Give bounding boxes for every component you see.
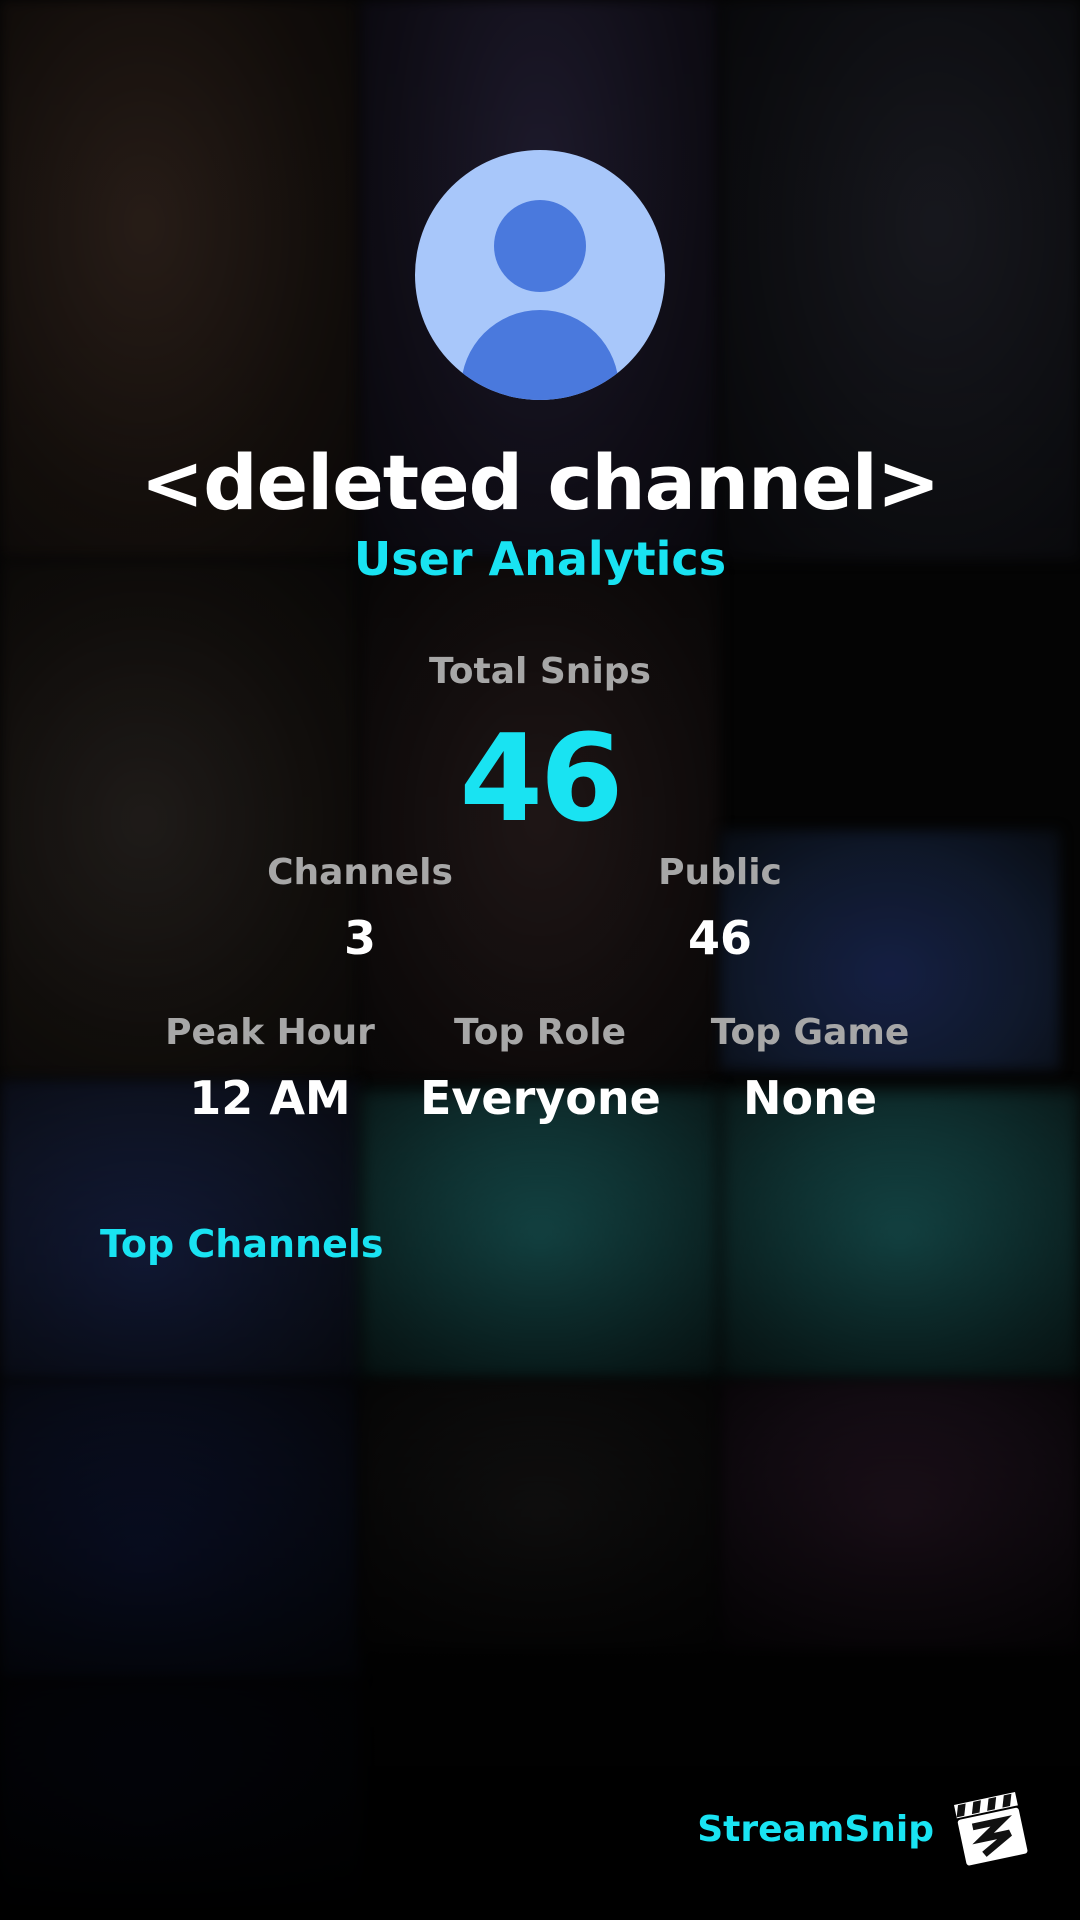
stat-value: 12 AM — [189, 1071, 351, 1125]
stat-label: Top Role — [453, 1012, 627, 1053]
stat-label: Public — [658, 852, 782, 893]
stat-label: Peak Hour — [165, 1012, 375, 1053]
stat-label: Top Game — [710, 1012, 910, 1053]
top-channels-heading: Top Channels — [100, 1222, 384, 1266]
stat-public: Public 46 — [600, 852, 840, 965]
stat-value: 46 — [687, 911, 752, 965]
stat-label: Channels — [267, 852, 453, 893]
avatar-body-shape — [461, 310, 619, 400]
page-subtitle: User Analytics — [353, 532, 727, 586]
brand-footer: StreamSnip — [697, 1790, 1030, 1868]
channel-name: <deleted channel> — [140, 438, 941, 527]
brand-name: StreamSnip — [697, 1808, 934, 1850]
avatar-head-shape — [494, 200, 586, 292]
stat-value: None — [742, 1071, 878, 1125]
stat-channels: Channels 3 — [240, 852, 480, 965]
stat-peak-hour: Peak Hour 12 AM — [150, 1012, 390, 1125]
total-snips-value: 46 — [459, 710, 624, 849]
stat-value: Everyone — [420, 1071, 661, 1125]
stat-value: 3 — [343, 911, 376, 965]
clapperboard-logo-icon — [953, 1791, 1028, 1866]
total-snips-label: Total Snips — [429, 651, 651, 692]
stat-top-game: Top Game None — [690, 1012, 930, 1125]
stat-top-role: Top Role Everyone — [420, 1012, 661, 1125]
default-user-avatar-icon — [415, 150, 665, 400]
